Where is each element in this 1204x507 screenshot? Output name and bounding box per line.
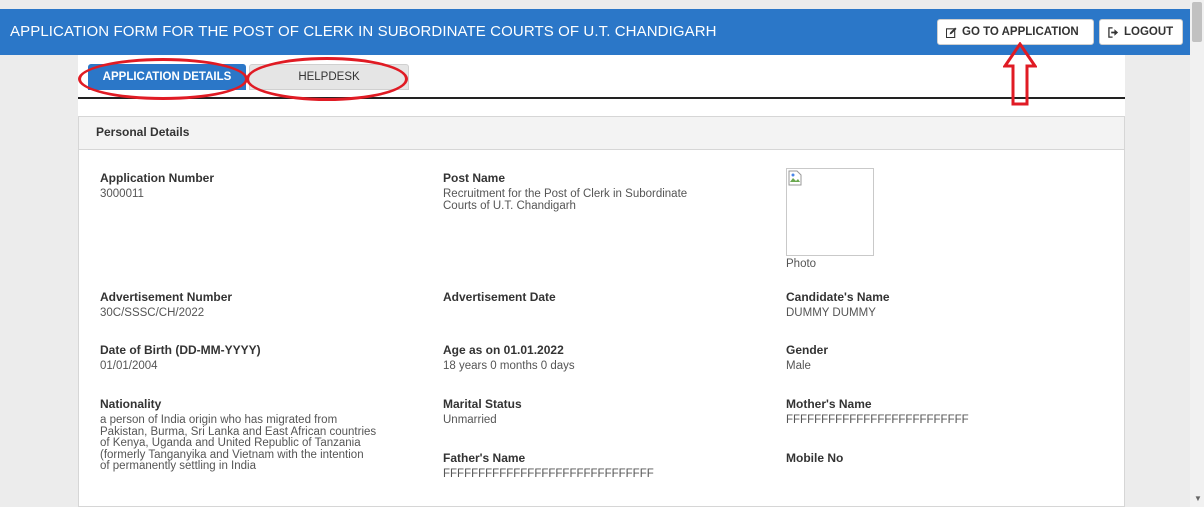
scrollbar-thumb[interactable] [1192, 2, 1202, 42]
field-value: 01/01/2004 [100, 360, 158, 372]
annotation-ellipse-helpdesk [246, 57, 408, 101]
field-marital-status: Marital Status Unmarried [443, 397, 522, 427]
field-post-name: Post Name Recruitment for the Post of Cl… [443, 171, 687, 212]
field-value-line: Recruitment for the Post of Clerk in Sub… [443, 188, 688, 200]
page-title: APPLICATION FORM FOR THE POST OF CLERK I… [10, 23, 717, 40]
field-value-line: Courts of U.T. Chandigarh [443, 199, 576, 212]
photo-label: Photo [786, 258, 817, 270]
field-label: Age as on 01.01.2022 [443, 343, 564, 357]
sign-out-icon [1108, 26, 1119, 38]
field-label: Father's Name [443, 451, 526, 465]
field-value: Male [786, 360, 811, 372]
field-label: Mobile No [786, 451, 844, 465]
field-value: 3000011 [100, 188, 144, 200]
field-value-line: of permanently settling in India [100, 460, 256, 472]
field-value-line: a person of India origin who has migrate… [100, 414, 338, 426]
field-application-number: Application Number 3000011 [100, 171, 214, 201]
panel-title: Personal Details [79, 117, 1124, 150]
field-value: 30C/SSSC/CH/2022 [100, 307, 205, 319]
field-label: Advertisement Number [100, 290, 233, 304]
field-mother-name: Mother's Name FFFFFFFFFFFFFFFFFFFFFFFFFF [786, 397, 969, 427]
field-value: FFFFFFFFFFFFFFFFFFFFFFFFFF [786, 414, 969, 426]
field-advertisement-date: Advertisement Date [443, 290, 556, 308]
field-label: Application Number [100, 171, 215, 185]
field-label: Candidate's Name [786, 290, 890, 304]
tab-underline [78, 97, 1125, 99]
field-label: Date of Birth (DD-MM-YYYY) [100, 343, 261, 357]
logout-button[interactable]: LOGOUT [1099, 19, 1183, 45]
field-label: Nationality [100, 397, 162, 411]
field-label: Marital Status [443, 397, 522, 411]
candidate-photo [786, 168, 874, 256]
broken-image-icon [788, 170, 802, 186]
field-label: Mother's Name [786, 397, 872, 411]
field-candidate-name: Candidate's Name DUMMY DUMMY [786, 290, 890, 320]
go-to-application-label: GO TO APPLICATION [962, 26, 1079, 38]
logout-label: LOGOUT [1124, 26, 1174, 38]
field-gender: Gender Male [786, 343, 828, 373]
field-value: DUMMY DUMMY [786, 307, 876, 319]
scroll-down-icon[interactable]: ▼ [1194, 494, 1202, 503]
field-age: Age as on 01.01.2022 18 years 0 months 0… [443, 343, 575, 373]
page-scrollbar[interactable] [1190, 0, 1204, 507]
annotation-up-arrow-icon [1003, 42, 1037, 106]
field-mobile-no: Mobile No [786, 451, 843, 469]
field-father-name: Father's Name FFFFFFFFFFFFFFFFFFFFFFFFFF… [443, 451, 654, 481]
field-value: 18 years 0 months 0 days [443, 360, 575, 372]
field-value: Unmarried [443, 414, 497, 426]
field-label: Advertisement Date [443, 290, 556, 304]
field-date-of-birth: Date of Birth (DD-MM-YYYY) 01/01/2004 [100, 343, 261, 373]
field-label: Gender [786, 343, 829, 357]
field-value: FFFFFFFFFFFFFFFFFFFFFFFFFFFFFF [443, 468, 654, 480]
edit-icon [946, 26, 957, 38]
field-value-line: of Kenya, Uganda and United Republic of … [100, 437, 361, 449]
field-nationality: Nationality a person of India origin who… [100, 397, 376, 473]
field-advertisement-number: Advertisement Number 30C/SSSC/CH/2022 [100, 290, 232, 320]
field-label: Post Name [443, 171, 506, 185]
annotation-ellipse-application-details [78, 58, 248, 100]
